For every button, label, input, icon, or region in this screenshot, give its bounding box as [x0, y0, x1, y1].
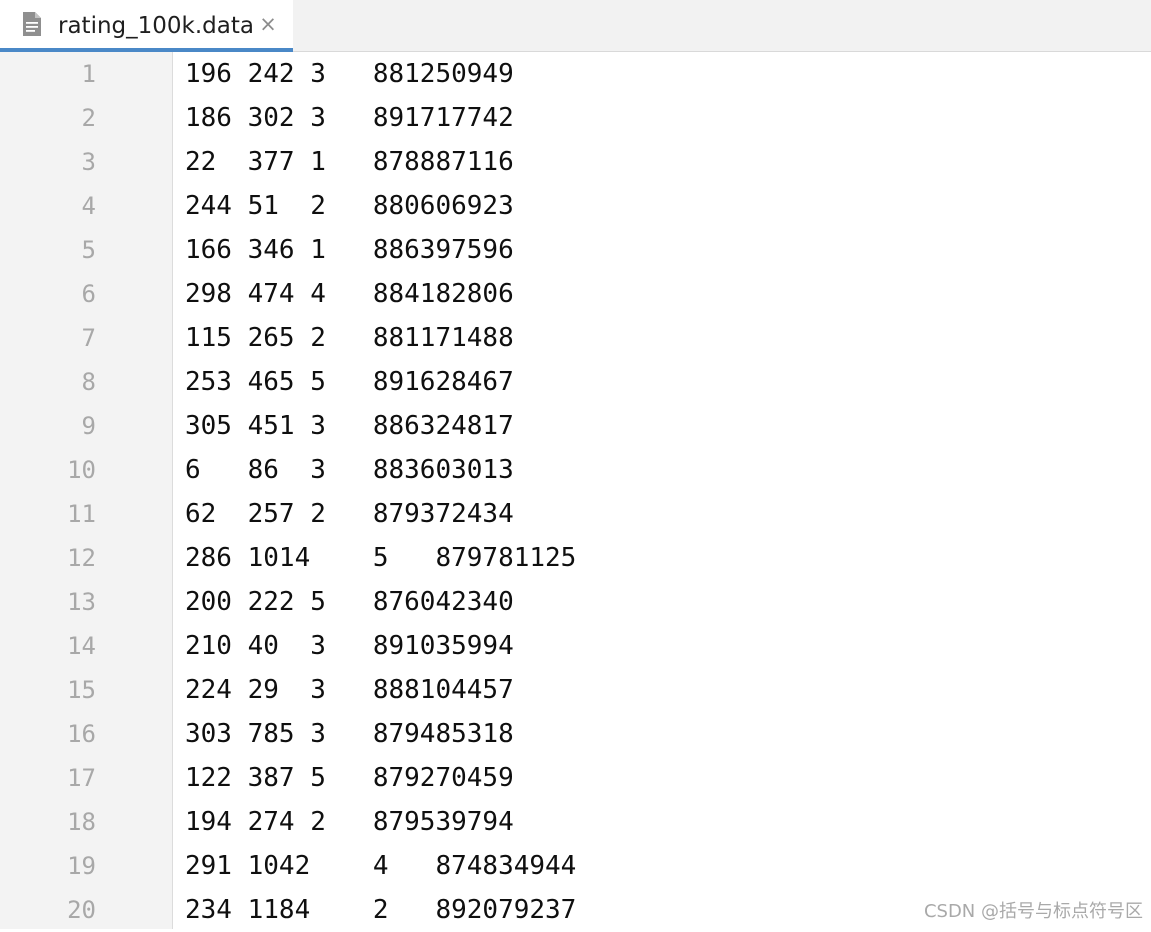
- line-number: 5: [81, 236, 96, 264]
- text-file-icon: [23, 12, 41, 36]
- code-line[interactable]: 196 242 3 881250949: [185, 52, 514, 96]
- line-number: 7: [81, 324, 96, 352]
- code-line[interactable]: 200 222 5 876042340: [185, 580, 514, 624]
- code-line[interactable]: 286 1014 5 879781125: [185, 536, 576, 580]
- line-number: 19: [67, 852, 96, 880]
- code-line[interactable]: 166 346 1 886397596: [185, 228, 514, 272]
- watermark: CSDN @括号与标点符号区: [923, 901, 1143, 922]
- line-number: 2: [81, 104, 96, 132]
- code-line[interactable]: 298 474 4 884182806: [185, 272, 514, 316]
- code-line[interactable]: 210 40 3 891035994: [185, 624, 514, 668]
- line-number: 14: [67, 632, 96, 660]
- line-number: 3: [81, 148, 96, 176]
- line-number: 15: [67, 676, 96, 704]
- editor-area[interactable]: 1 2 3 4 5 6 7 8 9 10 11 12 13 14 15 16 17 18 19 20 196 242 …: [0, 52, 1151, 929]
- code-line[interactable]: 291 1042 4 874834944: [185, 844, 576, 888]
- line-number: 10: [67, 456, 96, 484]
- code-content[interactable]: 196 242 3 881250949 186 302 3 891717742 22…: [185, 52, 1151, 929]
- code-line[interactable]: 305 451 3 886324817: [185, 404, 514, 448]
- line-number: 13: [67, 588, 96, 616]
- code-line[interactable]: 194 274 2 879539794: [185, 800, 514, 844]
- code-line[interactable]: 22 377 1 878887116: [185, 140, 514, 184]
- line-number: 11: [67, 500, 96, 528]
- code-line[interactable]: 253 465 5 891628467: [185, 360, 514, 404]
- editor-tab-bar: rating_100k.data ×: [0, 0, 1151, 52]
- code-line[interactable]: 244 51 2 880606923: [185, 184, 514, 228]
- code-line[interactable]: 186 302 3 891717742: [185, 96, 514, 140]
- code-line[interactable]: 62 257 2 879372434: [185, 492, 514, 536]
- line-number: 4: [81, 192, 96, 220]
- close-icon[interactable]: ×: [258, 13, 278, 35]
- line-number: 12: [67, 544, 96, 572]
- line-number: 9: [81, 412, 96, 440]
- code-line[interactable]: 122 387 5 879270459: [185, 756, 514, 800]
- line-number: 6: [81, 280, 96, 308]
- line-number: 8: [81, 368, 96, 396]
- line-number-gutter: 1 2 3 4 5 6 7 8 9 10 11 12 13 14 15 16 17 18 19 20: [0, 52, 173, 929]
- code-line[interactable]: 6 86 3 883603013: [185, 448, 514, 492]
- code-line[interactable]: 115 265 2 881171488: [185, 316, 514, 360]
- line-number: 18: [67, 808, 96, 836]
- line-number: 17: [67, 764, 96, 792]
- tab-title: rating_100k.data: [58, 13, 254, 39]
- line-number: 20: [67, 896, 96, 924]
- line-number: 16: [67, 720, 96, 748]
- code-line[interactable]: 234 1184 2 892079237: [185, 888, 576, 932]
- code-line[interactable]: 303 785 3 879485318: [185, 712, 514, 756]
- code-line[interactable]: 224 29 3 888104457: [185, 668, 514, 712]
- tab-rating-file[interactable]: rating_100k.data ×: [0, 0, 293, 52]
- line-number: 1: [81, 60, 96, 88]
